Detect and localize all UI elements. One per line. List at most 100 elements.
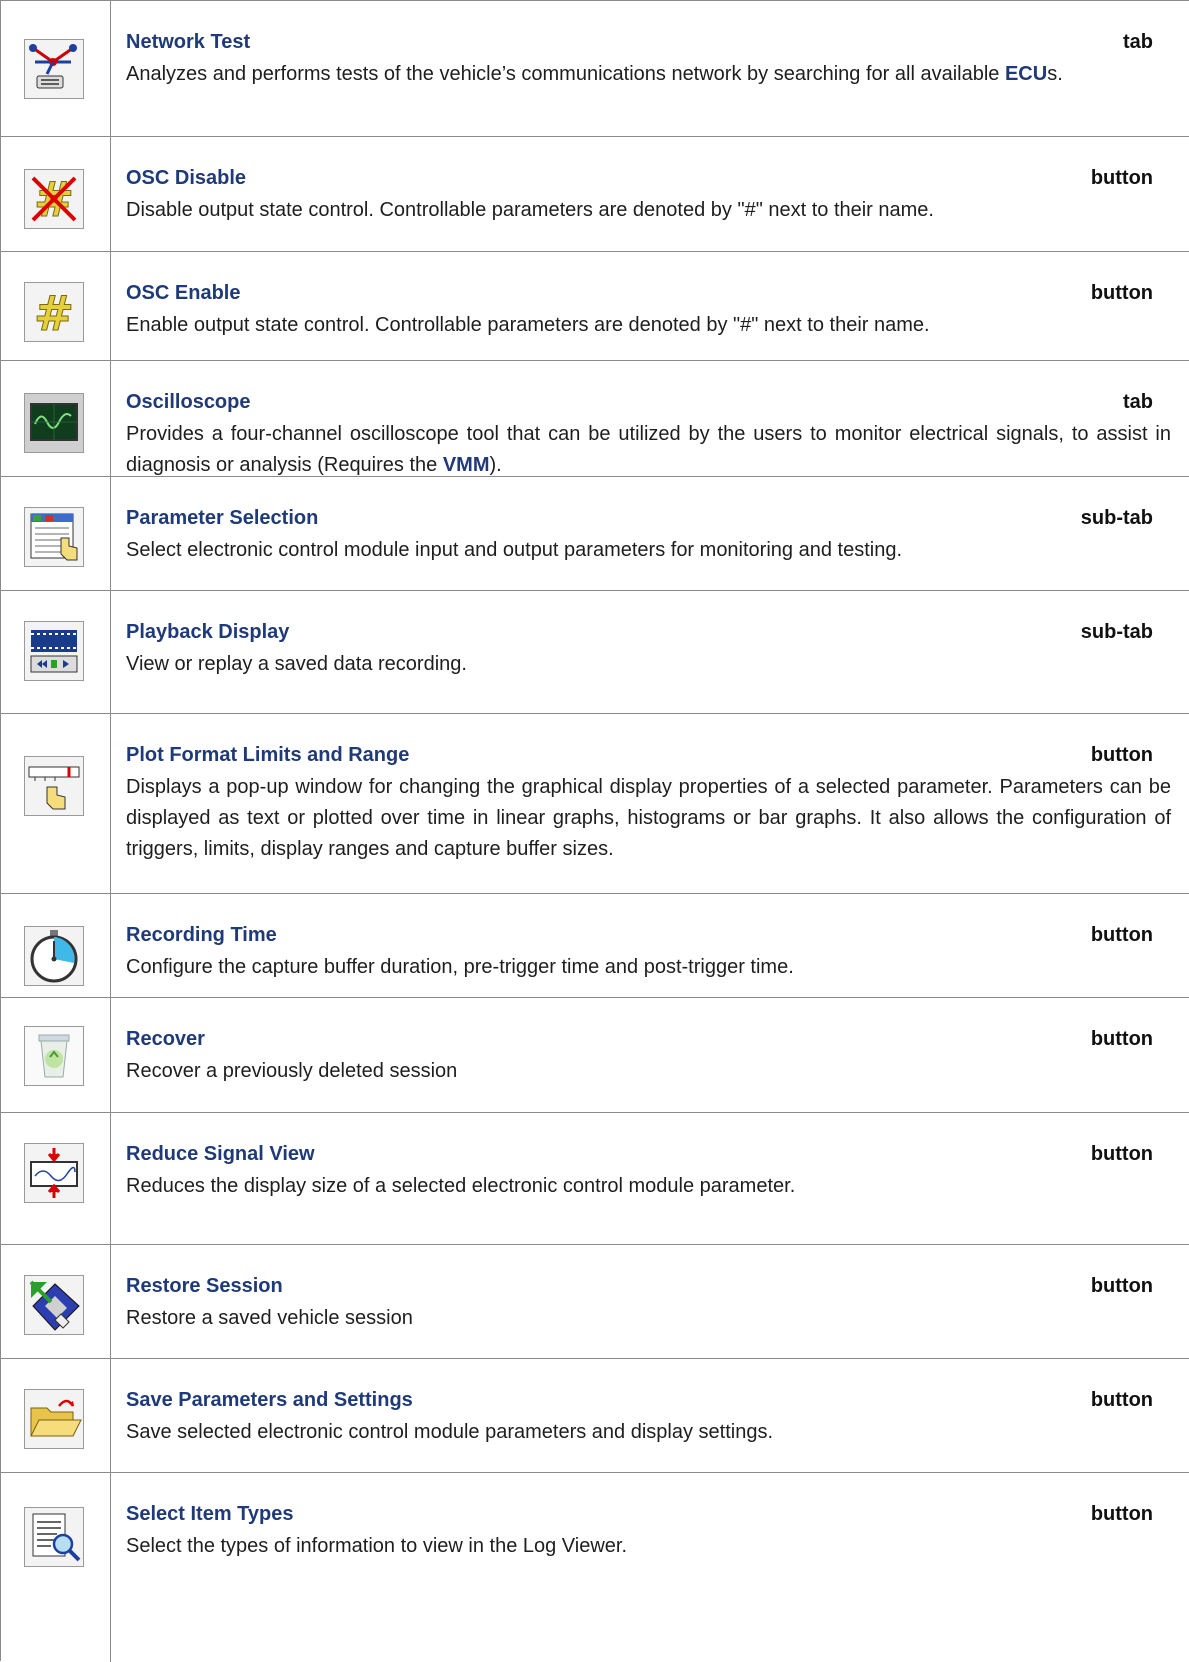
column-divider — [110, 1473, 111, 1662]
entry-content: Restore Session button Restore a saved veh… — [126, 1275, 1171, 1334]
column-divider — [110, 591, 111, 714]
description-text: Select the types of information to view … — [126, 1535, 628, 1557]
column-divider — [110, 894, 111, 998]
entry-description: Provides a four-channel oscilloscope too… — [126, 419, 1171, 481]
entry-term: Reduce Signal View — [126, 1143, 315, 1165]
osc-disable-icon: # — [24, 169, 84, 229]
entry-kind: button — [1090, 1028, 1153, 1050]
entry-kind: sub-tab — [1080, 621, 1153, 643]
entry-description: Reduces the display size of a selected e… — [126, 1171, 1171, 1202]
entry-header: Save Parameters and Settings button — [126, 1389, 1171, 1415]
entry-content: Recover button Recover a previously delete… — [126, 1028, 1171, 1087]
open-folder-icon — [24, 1389, 84, 1449]
entry-kind: button — [1090, 167, 1153, 189]
description-text: Disable output state control. Controllab… — [126, 199, 934, 221]
description-text: Reduces the display size of a selected e… — [126, 1175, 796, 1197]
oscilloscope-icon — [24, 393, 84, 453]
entry-content: Recording Time button Configure the captur… — [126, 924, 1171, 983]
description-text: Configure the capture buffer duration, p… — [126, 956, 794, 978]
entry-header: Recording Time button — [126, 924, 1171, 950]
entry-term: Recording Time — [126, 924, 277, 946]
entry-content: OSC Enable button Enable output state cont… — [126, 282, 1171, 341]
stopwatch-icon — [24, 926, 84, 986]
column-divider — [110, 714, 111, 894]
entry-content: Plot Format Limits and Range button Displa… — [126, 744, 1171, 865]
entry-term: Playback Display — [126, 621, 290, 643]
entry-term: Network Test — [126, 31, 251, 53]
glossary-row-recover: Recover button Recover a previously delete… — [0, 997, 1189, 1113]
entry-term: Plot Format Limits and Range — [126, 744, 410, 766]
entry-description: Restore a saved vehicle session — [126, 1303, 1171, 1334]
description-text: Restore a saved vehicle session — [126, 1307, 413, 1329]
column-divider — [110, 361, 111, 477]
entry-header: Playback Display sub-tab — [126, 621, 1171, 647]
glossary-row-restore-session: Restore Session button Restore a saved veh… — [0, 1244, 1189, 1359]
svg-text:#: # — [34, 286, 74, 341]
entry-description: Enable output state control. Controllabl… — [126, 310, 1171, 341]
entry-term: Save Parameters and Settings — [126, 1389, 413, 1411]
entry-kind: button — [1090, 1389, 1153, 1411]
column-divider — [110, 1245, 111, 1359]
entry-description: Disable output state control. Controllab… — [126, 195, 1171, 226]
description-text: Provides a four-channel oscilloscope too… — [126, 423, 1171, 476]
glossary-row-oscilloscope: Oscilloscope tab Provides a four-channel o… — [0, 360, 1189, 477]
entry-term: OSC Disable — [126, 167, 247, 189]
description-text: Select electronic control module input a… — [126, 539, 902, 561]
entry-term: Recover — [126, 1028, 205, 1050]
glossary-row-osc-enable: # OSC Enable button Enable output state con… — [0, 251, 1189, 361]
description-text: Recover a previously deleted session — [126, 1060, 458, 1082]
entry-description: Select the types of information to view … — [126, 1531, 1171, 1562]
entry-kind: button — [1090, 924, 1153, 946]
entry-term: OSC Enable — [126, 282, 241, 304]
select-item-types-icon — [24, 1507, 84, 1567]
description-text: View or replay a saved data recording. — [126, 653, 467, 675]
entry-content: Network Test tab Analyzes and performs tes… — [126, 31, 1171, 90]
entry-header: Plot Format Limits and Range button — [126, 744, 1171, 770]
glossary-row-osc-disable: # OSC Disable button Disable output state c… — [0, 136, 1189, 252]
restore-session-icon — [24, 1275, 84, 1335]
entry-description: Recover a previously deleted session — [126, 1056, 1171, 1087]
parameter-selection-icon — [24, 507, 84, 567]
network-test-icon — [24, 39, 84, 99]
playback-display-icon — [24, 621, 84, 681]
entry-term: Select Item Types — [126, 1503, 294, 1525]
entry-description: Save selected electronic control module … — [126, 1417, 1171, 1448]
entry-header: Select Item Types button — [126, 1503, 1171, 1529]
description-text: Enable output state control. Controllabl… — [126, 314, 930, 336]
entry-kind: button — [1090, 1503, 1153, 1525]
description-text: Save selected electronic control module … — [126, 1421, 774, 1443]
entry-kind: tab — [1123, 31, 1153, 53]
entry-header: Oscilloscope tab — [126, 391, 1171, 417]
entry-header: Recover button — [126, 1028, 1171, 1054]
entry-content: Playback Display sub-tab View or replay a … — [126, 621, 1171, 680]
entry-kind: button — [1090, 744, 1153, 766]
entry-description: Configure the capture buffer duration, p… — [126, 952, 1171, 983]
glossary-row-select-item-types: Select Item Types button Select the types … — [0, 1472, 1189, 1662]
entry-header: OSC Enable button — [126, 282, 1171, 308]
column-divider — [110, 137, 111, 252]
entry-kind: button — [1090, 282, 1153, 304]
column-divider — [110, 477, 111, 591]
plot-format-icon — [24, 756, 84, 816]
glossary-row-reduce-signal-view: Reduce Signal View button Reduces the disp… — [0, 1112, 1189, 1245]
glossary-row-plot-format-limits-and-range: Plot Format Limits and Range button Displa… — [0, 713, 1189, 894]
entry-description: View or replay a saved data recording. — [126, 649, 1171, 680]
entry-content: Select Item Types button Select the types … — [126, 1503, 1171, 1562]
glossary-row-recording-time: Recording Time button Configure the captur… — [0, 893, 1189, 998]
entry-header: Reduce Signal View button — [126, 1143, 1171, 1169]
column-divider — [110, 1, 111, 137]
glossary-row-parameter-selection: Parameter Selection sub-tab Select electro… — [0, 476, 1189, 591]
entry-description: Select electronic control module input a… — [126, 535, 1171, 566]
entry-header: Parameter Selection sub-tab — [126, 507, 1171, 533]
entry-content: Save Parameters and Settings button Save s… — [126, 1389, 1171, 1448]
description-text: s. — [1047, 63, 1063, 85]
entry-term: Parameter Selection — [126, 507, 319, 529]
glossary-link-term: ECU — [1004, 63, 1048, 85]
entry-kind: button — [1090, 1275, 1153, 1297]
entry-term: Restore Session — [126, 1275, 283, 1297]
description-text: Displays a pop-up window for changing th… — [126, 776, 1171, 860]
column-divider — [110, 252, 111, 361]
entry-kind: button — [1090, 1143, 1153, 1165]
entry-header: Network Test tab — [126, 31, 1171, 57]
entry-content: Parameter Selection sub-tab Select electro… — [126, 507, 1171, 566]
